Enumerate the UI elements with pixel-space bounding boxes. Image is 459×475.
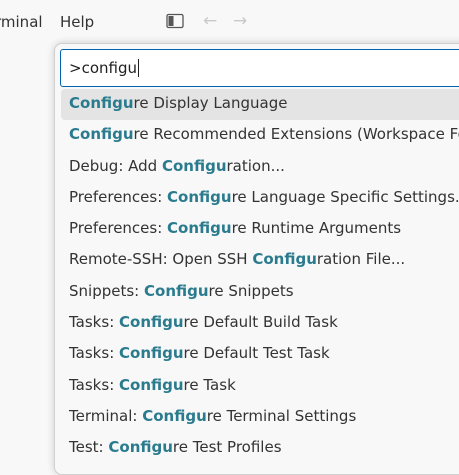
- command-result-pre-text: Test:: [69, 438, 109, 457]
- command-result-match-highlight: Configu: [142, 406, 207, 425]
- menu-terminal[interactable]: rminal: [0, 13, 43, 31]
- command-result-pre-text: Preferences:: [69, 187, 168, 206]
- command-result-pre-text: Remote-SSH: Open SSH: [69, 250, 253, 269]
- command-result-post-text: re Default Build Task: [183, 313, 338, 332]
- command-result-pre-text: Tasks:: [69, 313, 120, 332]
- command-palette: >configu Configure Display Language Confi…: [54, 43, 459, 475]
- command-result-match-highlight: Configu: [161, 156, 227, 175]
- toggle-primary-sidebar-icon[interactable]: [166, 13, 184, 29]
- command-result-match-highlight: Configu: [119, 375, 184, 394]
- command-result-post-text: re Language Specific Settings...: [231, 187, 459, 206]
- command-result-pre-text: Tasks:: [69, 375, 120, 394]
- command-result-post-text: ration File...: [316, 250, 406, 269]
- command-result-item[interactable]: Configure Recommended Extensions (Worksp…: [61, 120, 459, 151]
- command-result-post-text: re Display Language: [133, 94, 288, 112]
- command-result-pre-text: Tasks:: [69, 344, 120, 363]
- command-result-match-highlight: Configu: [119, 344, 184, 363]
- command-result-match-highlight: Configu: [108, 438, 173, 457]
- command-result-match-highlight: Configu: [144, 281, 209, 300]
- menu-help[interactable]: Help: [60, 13, 94, 31]
- command-result-item[interactable]: Tasks: Configure Default Test Task: [61, 339, 459, 370]
- command-result-post-text: re Recommended Extensions (Workspace Fol…: [133, 125, 459, 144]
- command-result-post-text: re Default Test Task: [183, 344, 330, 363]
- command-result-post-text: ration...: [226, 156, 285, 175]
- command-input-value: >configu: [69, 59, 137, 77]
- command-result-item[interactable]: Remote-SSH: Open SSH Configuration File.…: [61, 245, 459, 276]
- command-input-box[interactable]: >configu: [60, 49, 459, 87]
- command-result-item[interactable]: Tasks: Configure Default Build Task: [61, 308, 459, 339]
- text-caret: [137, 59, 139, 77]
- command-result-match-highlight: Configu: [167, 187, 232, 206]
- command-result-pre-text: Terminal:: [69, 406, 143, 425]
- command-result-item[interactable]: Debug: Add Configuration...: [61, 152, 459, 183]
- arrow-left-icon[interactable]: ←: [203, 12, 217, 30]
- command-result-pre-text: Preferences:: [69, 219, 168, 238]
- command-result-post-text: re Terminal Settings: [206, 406, 357, 425]
- command-result-item[interactable]: Tasks: Configure Task: [61, 371, 459, 402]
- command-result-item[interactable]: Terminal: Configure Terminal Settings: [61, 402, 459, 433]
- command-result-match-highlight: Configu: [69, 94, 134, 112]
- command-input[interactable]: >configu: [69, 59, 139, 77]
- command-result-item[interactable]: Configure Display Language: [61, 89, 459, 121]
- command-result-match-highlight: Configu: [119, 313, 184, 332]
- command-result-item[interactable]: Preferences: Configure Language Specific…: [61, 183, 459, 214]
- command-result-match-highlight: Configu: [252, 250, 317, 269]
- command-result-item[interactable]: Snippets: Configure Snippets: [61, 277, 459, 308]
- command-result-match-highlight: Configu: [167, 219, 232, 238]
- command-result-match-highlight: Configu: [69, 125, 134, 144]
- command-result-post-text: re Test Profiles: [172, 438, 282, 457]
- command-result-pre-text: Snippets:: [69, 281, 144, 300]
- command-result-pre-text: Debug: Add: [69, 156, 162, 175]
- title-bar: rminal Help ← →: [0, 0, 459, 44]
- command-results-list: Configure Display Language Configure Reco…: [61, 89, 459, 465]
- arrow-right-icon[interactable]: →: [233, 12, 247, 30]
- command-result-post-text: re Task: [183, 375, 236, 394]
- command-result-post-text: re Runtime Arguments: [231, 219, 402, 238]
- command-result-item[interactable]: Preferences: Configure Runtime Arguments: [61, 214, 459, 245]
- command-result-post-text: re Snippets: [208, 281, 294, 300]
